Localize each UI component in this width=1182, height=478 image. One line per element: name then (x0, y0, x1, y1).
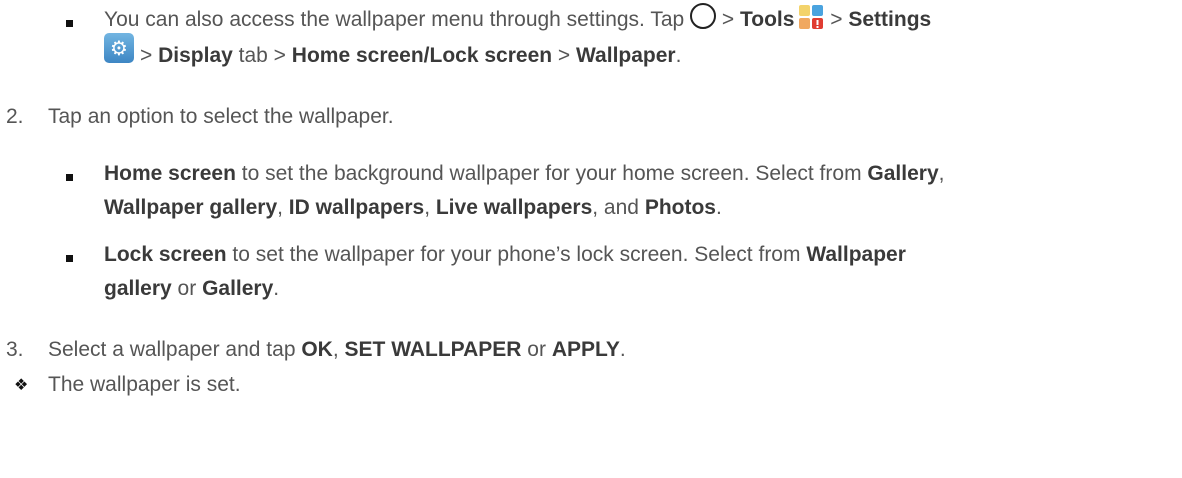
result-text: The wallpaper is set. (48, 373, 241, 396)
lock-screen-line-2: gallery or Gallery. (104, 277, 280, 300)
gallery-word: gallery (104, 277, 172, 300)
lock-screen-line-1: Lock screen to set the wallpaper for you… (104, 243, 906, 266)
tip-line-1: You can also access the wallpaper menu t… (104, 3, 932, 33)
step-3-text: Select a wallpaper and tap OK, SET WALLP… (48, 338, 626, 361)
step-number-2: 2. (6, 105, 24, 128)
ok-label: OK (301, 338, 333, 361)
settings-gear-icon: ⚙ (104, 33, 134, 63)
home-circle-icon (690, 3, 717, 30)
wallpaper-label: Wallpaper (576, 44, 676, 67)
square-bullet (66, 255, 73, 262)
display-label: Display (158, 44, 233, 67)
square-bullet (66, 20, 73, 27)
apply-label: APPLY (551, 338, 620, 361)
gallery-label: Gallery (867, 162, 939, 185)
tools-folder-icon (798, 4, 824, 30)
settings-label: Settings (848, 8, 932, 31)
four-diamond-bullet: ❖ (14, 375, 29, 394)
photos-label: Photos (644, 196, 716, 219)
id-wallpapers-label: ID wallpapers (288, 196, 425, 219)
lock-screen-label: Lock screen (104, 243, 227, 266)
tools-label: Tools (739, 8, 795, 31)
square-bullet (66, 174, 73, 181)
set-wallpaper-label: SET WALLPAPER (344, 338, 522, 361)
home-screen-line-1: Home screen to set the background wallpa… (104, 162, 945, 185)
live-wallpapers-label: Live wallpapers (435, 196, 593, 219)
gallery-label: Gallery (202, 277, 274, 300)
step-number-3: 3. (6, 338, 24, 361)
home-screen-line-2: Wallpaper gallery, ID wallpapers, Live w… (104, 196, 722, 219)
home-screen-label: Home screen (104, 162, 236, 185)
home-lock-label: Home screen/Lock screen (291, 44, 553, 67)
step-2-text: Tap an option to select the wallpaper. (48, 105, 394, 128)
wallpaper-label: Wallpaper (806, 243, 906, 266)
wallpaper-gallery-label: Wallpaper gallery (104, 196, 278, 219)
tip-line-2: > Display tab > Home screen/Lock screen … (140, 44, 682, 67)
